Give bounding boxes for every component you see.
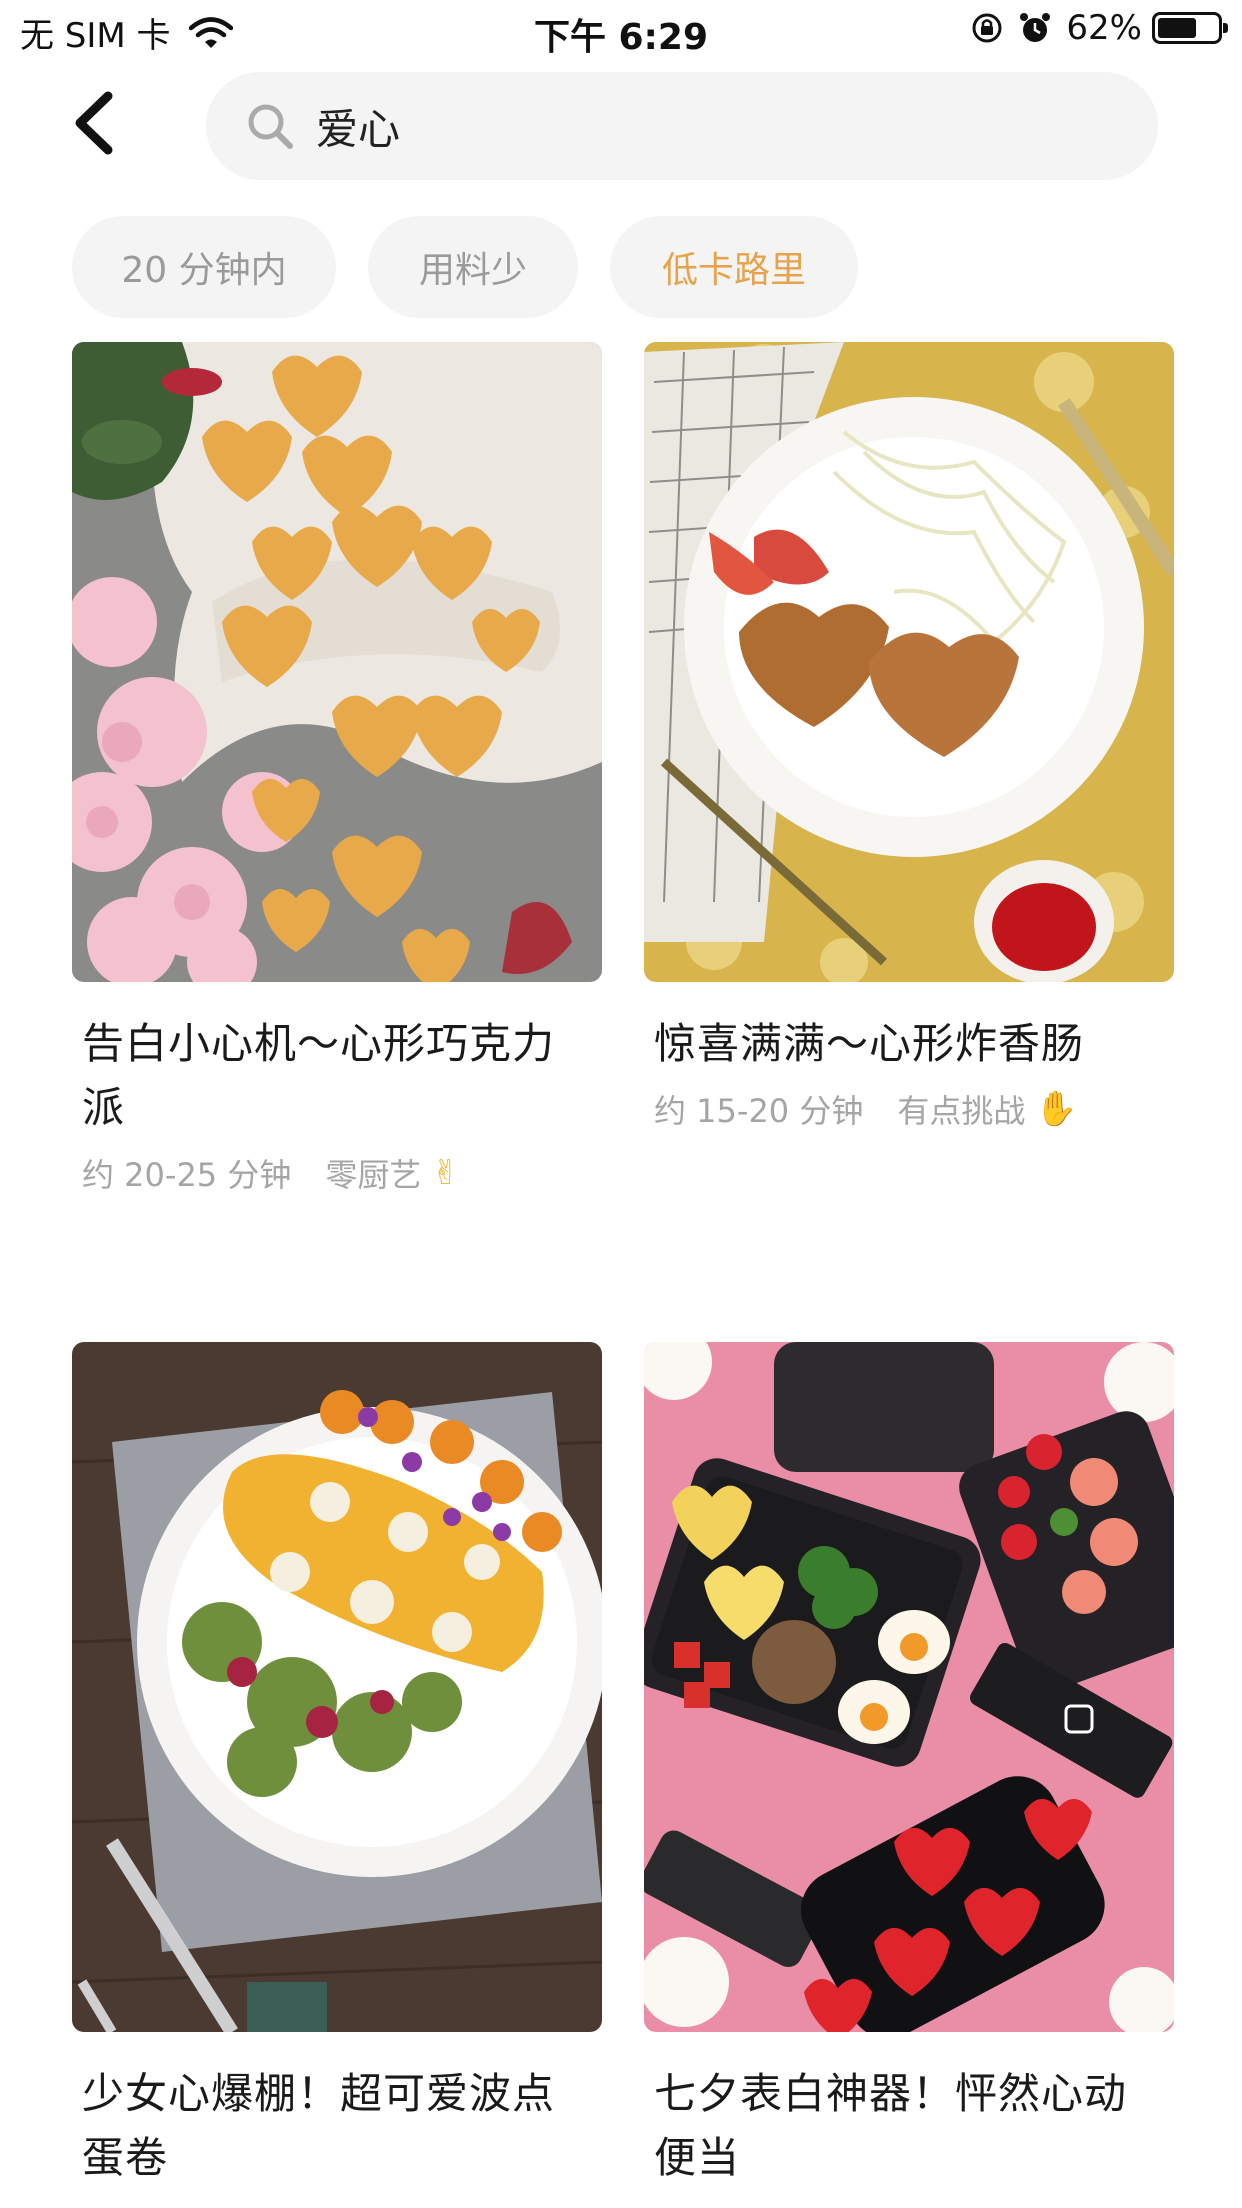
recipe-image-heart-cutlets[interactable] [644,342,1174,982]
search-icon [248,104,293,149]
status-bar: 无 SIM 卡 下午 6:29 62% [0,0,1242,62]
recipe-difficulty: 有点挑战 [897,1092,1026,1130]
rotation-lock-icon [972,13,1002,43]
filter-chip-low-calorie[interactable]: 低卡路里 [610,216,858,318]
recipe-title[interactable]: 告白小心机～心形巧克力派 [72,1012,602,1140]
recipe-title[interactable]: 惊喜满满～心形炸香肠 [644,1012,1174,1076]
recipe-meta: 约 15-20 分钟 有点挑战 ✋ [644,1086,1174,1132]
recipe-image-polka-dot-omelette[interactable] [72,1342,602,2032]
battery-percent: 62% [1066,8,1142,48]
battery-icon [1152,12,1228,44]
filter-chip-20min[interactable]: 20 分钟内 [72,216,336,318]
victory-hand-icon: ✌ [431,1153,460,1193]
recipe-title[interactable]: 七夕表白神器！怦然心动便当 [644,2062,1174,2190]
recipe-card[interactable]: 七夕表白神器！怦然心动便当 [644,1342,1174,2190]
recipe-difficulty: 零厨艺 [325,1156,422,1194]
recipe-meta: 约 20-25 分钟 零厨艺 ✌ [72,1150,602,1196]
status-right: 62% [970,8,1228,48]
recipe-time: 约 20-25 分钟 [82,1156,292,1194]
recipe-card[interactable]: 少女心爆棚！超可爱波点蛋卷 [72,1342,602,2190]
filter-chip-few-ingredients[interactable]: 用料少 [368,216,578,318]
raised-hand-icon: ✋ [1035,1089,1078,1129]
recipe-card[interactable]: 惊喜满满～心形炸香肠 约 15-20 分钟 有点挑战 ✋ [644,342,1174,1132]
filter-chips: 20 分钟内 用料少 低卡路里 [72,216,890,318]
recipe-time: 约 15-20 分钟 [654,1092,864,1130]
recipe-card[interactable]: 告白小心机～心形巧克力派 约 20-25 分钟 零厨艺 ✌ [72,342,602,1196]
recipe-image-heart-bento[interactable] [644,1342,1174,2032]
search-input[interactable]: 爱心 [206,72,1158,180]
recipe-image-heart-pies[interactable] [72,342,602,982]
recipe-title[interactable]: 少女心爆棚！超可爱波点蛋卷 [72,2062,602,2190]
back-arrow-icon[interactable] [66,88,126,158]
alarm-icon [1020,13,1051,42]
search-query: 爱心 [316,104,401,154]
